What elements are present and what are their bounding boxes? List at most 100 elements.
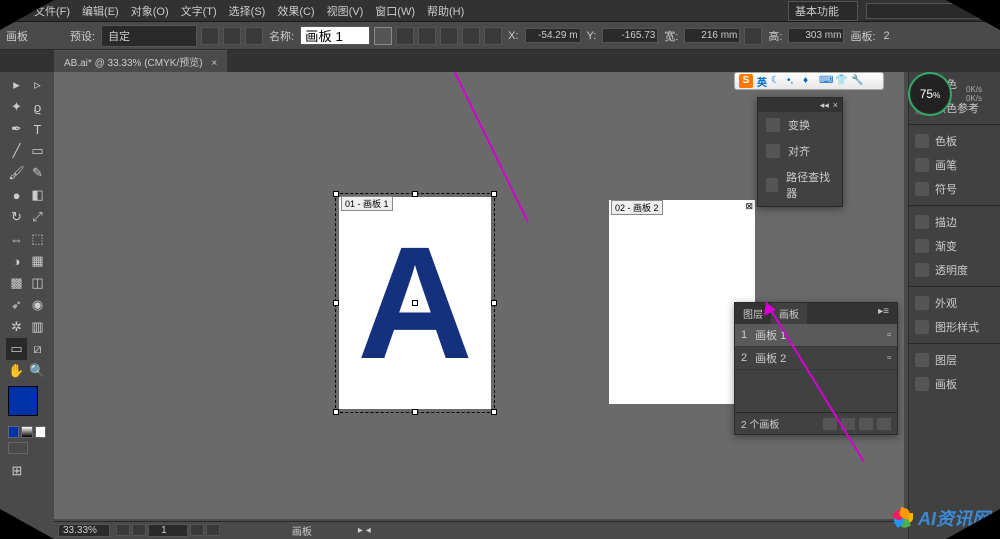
zoom-level[interactable]: 33.33% — [58, 524, 110, 537]
delete-artboard-icon[interactable] — [877, 418, 891, 430]
handle-center-icon[interactable] — [412, 300, 418, 306]
close-icon[interactable]: × — [833, 100, 838, 110]
x-input[interactable] — [525, 28, 581, 43]
orient-portrait-icon[interactable] — [201, 27, 219, 45]
align-buttons-icon-2[interactable] — [418, 27, 436, 45]
eyedropper-tool-icon[interactable]: ➶ — [6, 294, 27, 316]
hand-tool-icon[interactable]: ✋ — [6, 360, 27, 382]
grid-icon[interactable] — [484, 27, 502, 45]
screen-mode-icon[interactable] — [8, 442, 28, 454]
y-input[interactable] — [602, 28, 658, 43]
artboard-2-close-icon[interactable]: ⊠ — [745, 201, 753, 212]
panel-artboards[interactable]: 画板 — [909, 372, 1000, 396]
panel-titlebar[interactable]: ◂◂ × — [758, 98, 842, 112]
ime-dot-icon[interactable]: •, — [787, 75, 799, 87]
menu-help[interactable]: 帮助(H) — [421, 3, 470, 19]
ime-wrench-icon[interactable]: 🔧 — [851, 75, 863, 87]
artboard-name-input[interactable] — [300, 26, 370, 45]
workspace-dropdown[interactable]: 基本功能 — [788, 1, 858, 21]
panel-appearance[interactable]: 外观 — [909, 291, 1000, 315]
handle-icon[interactable] — [333, 300, 339, 306]
blob-brush-tool-icon[interactable]: ● — [6, 184, 27, 206]
close-tab-icon[interactable]: × — [211, 58, 217, 69]
menu-object[interactable]: 对象(O) — [125, 3, 175, 19]
scale-tool-icon[interactable]: ⤢ — [27, 206, 48, 228]
gradient-tool-icon[interactable]: ◫ — [27, 272, 48, 294]
panel-transparency[interactable]: 透明度 — [909, 258, 1000, 282]
nav-last-icon[interactable] — [206, 524, 220, 536]
slice-tool-icon[interactable]: ⧄ — [27, 338, 48, 360]
handle-icon[interactable] — [412, 409, 418, 415]
panel-layers[interactable]: 图层 — [909, 348, 1000, 372]
rotate-tool-icon[interactable]: ↻ — [6, 206, 27, 228]
pen-tool-icon[interactable]: ✒ — [6, 118, 27, 140]
nav-current[interactable]: 1 — [148, 524, 188, 537]
symbol-sprayer-tool-icon[interactable]: ✲ — [6, 316, 27, 338]
document-tab[interactable]: AB.ai* @ 33.33% (CMYK/预览) × — [54, 50, 227, 72]
handle-icon[interactable] — [491, 300, 497, 306]
nav-next-icon[interactable] — [190, 524, 204, 536]
preset-select[interactable]: 自定 — [101, 25, 197, 47]
nav-prev-icon[interactable] — [132, 524, 146, 536]
status-arrow-icon[interactable]: ▸ ◂ — [358, 525, 371, 536]
ime-keyboard-icon[interactable]: ⌨ — [819, 75, 831, 87]
rectangle-tool-icon[interactable]: ▭ — [27, 140, 48, 162]
artboard-row-2[interactable]: 2 画板 2 ▫ — [735, 347, 897, 370]
move-with-artboard-icon[interactable] — [374, 27, 392, 45]
row-options-icon[interactable]: ▫ — [887, 352, 891, 364]
width-tool-icon[interactable]: ⇔ — [6, 228, 27, 250]
panel-graphic-styles[interactable]: 图形样式 — [909, 315, 1000, 339]
panel-item-transform[interactable]: 变换 — [758, 112, 842, 138]
free-transform-tool-icon[interactable]: ⬚ — [27, 228, 48, 250]
blend-tool-icon[interactable]: ◉ — [27, 294, 48, 316]
brush-tool-icon[interactable]: 🖌 — [6, 162, 27, 184]
tab-artboards[interactable]: 画板 — [771, 303, 807, 324]
row-options-icon[interactable]: ▫ — [887, 329, 891, 341]
menu-select[interactable]: 选择(S) — [223, 3, 272, 19]
move-down-icon[interactable] — [841, 418, 855, 430]
panel-gradient[interactable]: 渐变 — [909, 234, 1000, 258]
lasso-tool-icon[interactable]: ϱ — [27, 96, 48, 118]
eraser-tool-icon[interactable]: ◧ — [27, 184, 48, 206]
shape-builder-tool-icon[interactable]: ◑ — [6, 250, 27, 272]
handle-icon[interactable] — [491, 409, 497, 415]
handle-icon[interactable] — [491, 191, 497, 197]
menu-edit[interactable]: 编辑(E) — [76, 3, 125, 19]
ime-person-icon[interactable]: 👕 — [835, 75, 847, 87]
collapse-icon[interactable]: ◂◂ — [820, 100, 829, 111]
new-artboard-icon[interactable] — [859, 418, 873, 430]
panel-stroke[interactable]: 描边 — [909, 210, 1000, 234]
panel-item-align[interactable]: 对齐 — [758, 138, 842, 164]
gradient-mode-icon[interactable] — [21, 426, 32, 438]
menu-effect[interactable]: 效果(C) — [271, 3, 320, 19]
width-input[interactable] — [684, 28, 740, 43]
panel-brushes[interactable]: 画笔 — [909, 153, 1000, 177]
line-tool-icon[interactable]: ╱ — [6, 140, 27, 162]
fill-swatch[interactable] — [8, 386, 38, 416]
ime-toolbar[interactable]: S 英 ☾ •, ♦ ⌨ 👕 🔧 — [734, 72, 884, 90]
artboard-row-1[interactable]: 1 画板 1 ▫ — [735, 324, 897, 347]
perspective-tool-icon[interactable]: ▦ — [27, 250, 48, 272]
panel-menu-icon[interactable]: ▸≡ — [870, 303, 897, 324]
magic-wand-tool-icon[interactable]: ✦ — [6, 96, 27, 118]
panel-swatches[interactable]: 色板 — [909, 129, 1000, 153]
panel-symbols[interactable]: 符号 — [909, 177, 1000, 201]
align-buttons-icon-3[interactable] — [440, 27, 458, 45]
menu-type[interactable]: 文字(T) — [175, 3, 223, 19]
handle-icon[interactable] — [333, 409, 339, 415]
reference-point-icon[interactable] — [462, 27, 480, 45]
ime-moon-icon[interactable]: ☾ — [771, 75, 783, 87]
mesh-tool-icon[interactable]: ▩ — [6, 272, 27, 294]
orient-landscape-icon[interactable] — [223, 27, 241, 45]
artboard-tool-icon[interactable]: ▭ — [6, 338, 27, 360]
type-tool-icon[interactable]: T — [27, 118, 48, 140]
panel-item-pathfinder[interactable]: 路径查找器 — [758, 164, 842, 206]
handle-icon[interactable] — [333, 191, 339, 197]
nav-first-icon[interactable] — [116, 524, 130, 536]
menu-view[interactable]: 视图(V) — [321, 3, 370, 19]
height-input[interactable] — [788, 28, 844, 43]
none-mode-icon[interactable] — [35, 426, 46, 438]
selection-tool-icon[interactable]: ▸ — [6, 74, 27, 96]
edit-toolbar-icon[interactable]: ⊞ — [6, 460, 28, 482]
stroke-swatch[interactable] — [21, 399, 45, 423]
